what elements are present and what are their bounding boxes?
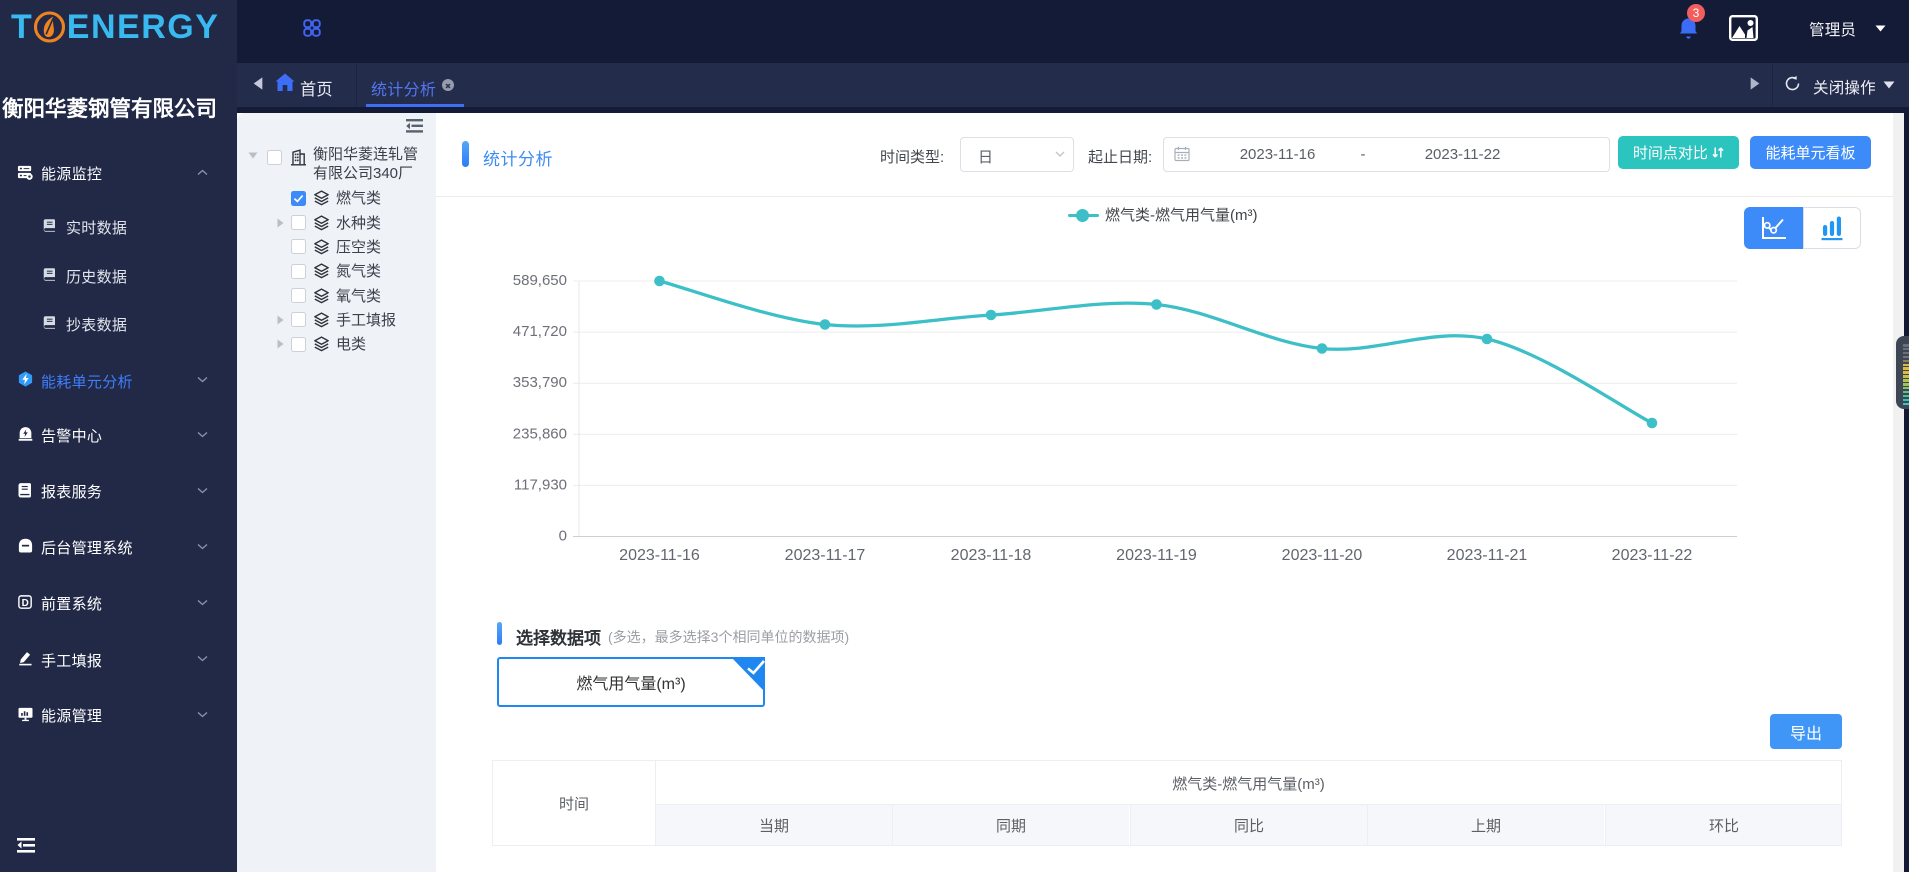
svg-text:0: 0 xyxy=(559,528,567,545)
svg-text:471,720: 471,720 xyxy=(513,323,567,340)
svg-text:2023-11-20: 2023-11-20 xyxy=(1282,547,1363,564)
svg-text:2023-11-19: 2023-11-19 xyxy=(1116,547,1197,564)
svg-text:2023-11-16: 2023-11-16 xyxy=(619,547,700,564)
svg-text:2023-11-22: 2023-11-22 xyxy=(1612,547,1693,564)
svg-text:D: D xyxy=(22,597,29,608)
svg-text:589,650: 589,650 xyxy=(513,272,567,289)
svg-text:2023-11-18: 2023-11-18 xyxy=(951,547,1032,564)
svg-text:235,860: 235,860 xyxy=(513,425,567,442)
svg-text:353,790: 353,790 xyxy=(513,374,567,391)
svg-text:2023-11-21: 2023-11-21 xyxy=(1447,547,1528,564)
svg-text:2023-11-17: 2023-11-17 xyxy=(785,547,866,564)
svg-text:117,930: 117,930 xyxy=(514,476,567,493)
